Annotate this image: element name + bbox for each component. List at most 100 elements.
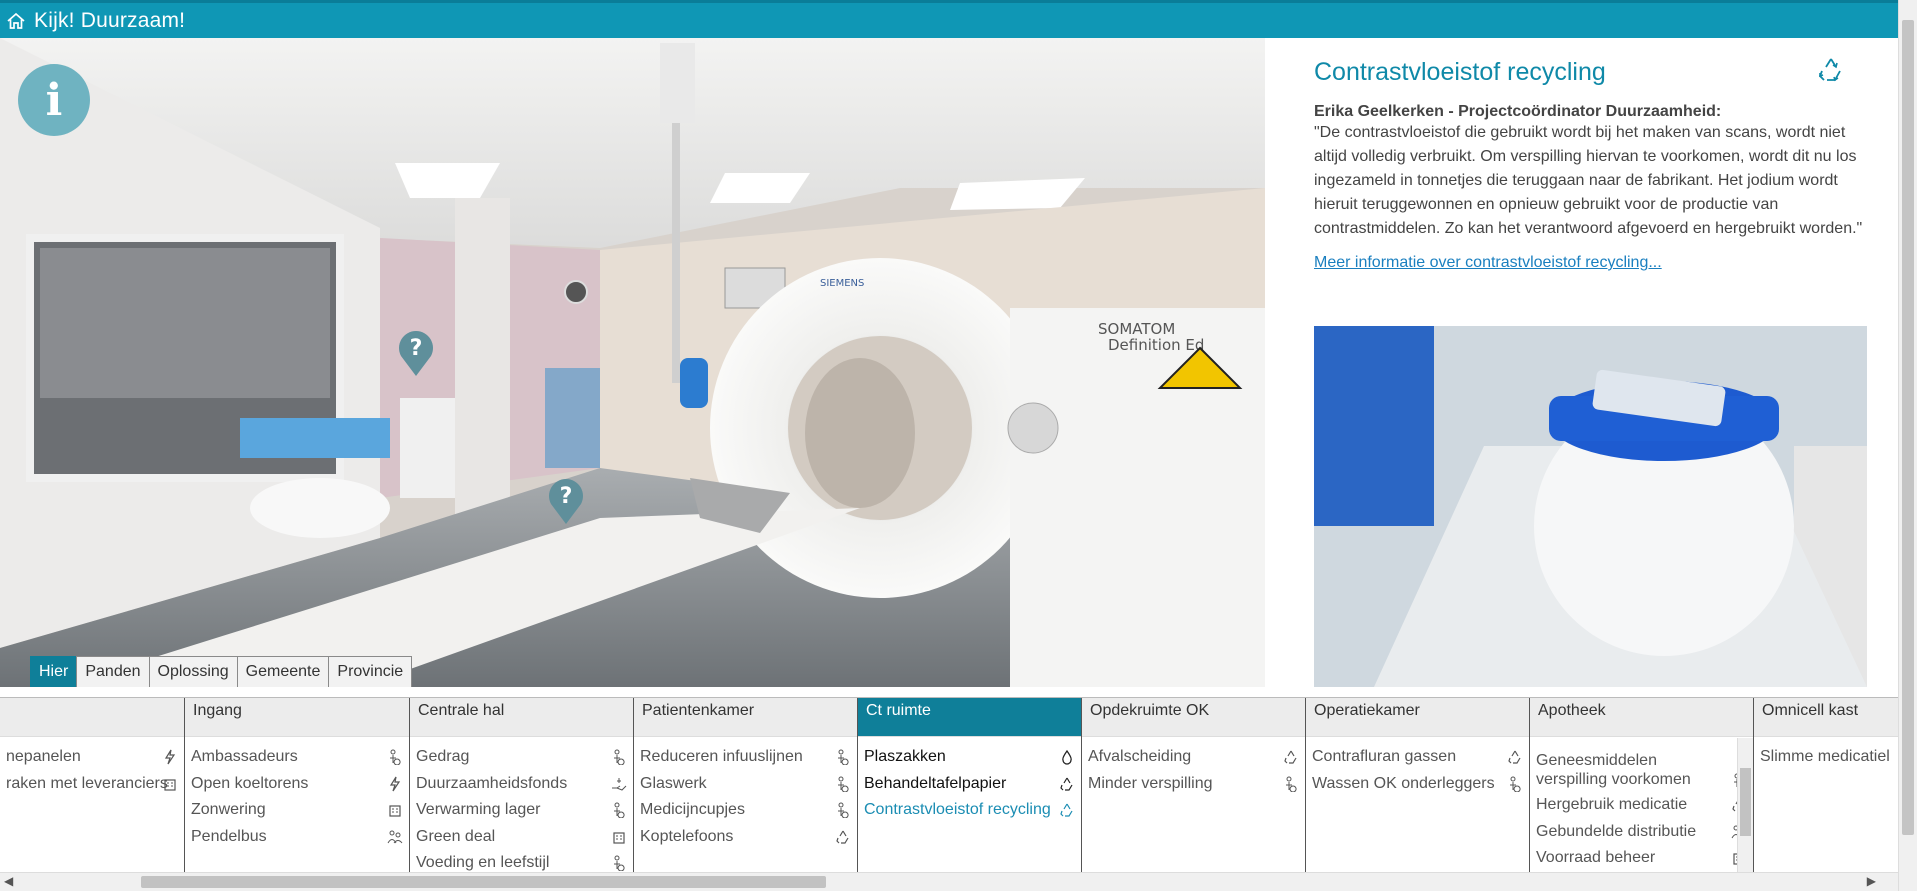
list-item[interactable]: Glaswerk — [634, 772, 857, 799]
detail-panel: Contrastvloeistof recycling Erika Geelke… — [1265, 38, 1898, 687]
recycle-icon — [1818, 58, 1841, 82]
panorama-view[interactable]: SOMATOM Definition Ed SIEMENS i ? ? Hier… — [0, 38, 1265, 687]
scanner-brand: SIEMENS — [820, 278, 864, 289]
list-item[interactable]: Pendelbus — [185, 825, 409, 852]
item-label: Voorraad beheer — [1536, 849, 1656, 866]
item-label: Contrafluran gassen — [1312, 748, 1457, 765]
list-item[interactable]: Behandeltafelpapier — [858, 772, 1081, 799]
item-label: Duurzaamheidsfonds — [416, 774, 568, 792]
item-label: nepanelen — [6, 748, 81, 765]
item-label: Afvalscheiding — [1088, 748, 1192, 765]
list-item[interactable]: Medicijncupjes — [634, 798, 857, 825]
tab-oplossing[interactable]: Oplossing — [148, 656, 238, 687]
person-icon — [1510, 776, 1521, 792]
list-item[interactable]: Verwarming lager — [410, 798, 633, 825]
item-label: Hergebruik medicatie — [1536, 796, 1688, 813]
list-item[interactable]: nepanelen — [0, 745, 184, 772]
item-label: Ambassadeurs — [191, 748, 298, 765]
column-patientenkamer: Patientenkamer Reduceren infuuslijnen Gl… — [634, 698, 858, 872]
column-head: Ingang — [185, 698, 409, 737]
column-head — [0, 698, 184, 737]
item-label: Minder verspilling — [1088, 774, 1213, 792]
item-label: Contrastvloeistof recycling — [864, 801, 1051, 818]
person-icon — [614, 802, 625, 818]
building-icon — [164, 778, 176, 791]
list-item[interactable]: Minder verspilling — [1082, 772, 1305, 799]
people-icon — [387, 830, 403, 843]
list-item[interactable]: Green deal — [410, 825, 633, 852]
info-icon: i — [45, 74, 63, 126]
list-item[interactable]: Hergebruik medicatie — [1530, 793, 1753, 820]
list-item[interactable]: Slimme medicatiel — [1754, 745, 1898, 772]
item-label: Gedrag — [416, 748, 470, 765]
list-item[interactable]: Duurzaamheidsfonds — [410, 772, 633, 799]
person-icon — [614, 855, 625, 871]
more-info-link[interactable]: Meer informatie over contrastvloeistof r… — [1314, 254, 1898, 272]
list-item[interactable]: Contrafluran gassen — [1306, 745, 1529, 772]
vertical-scrollbar[interactable] — [1898, 0, 1917, 891]
list-item[interactable]: Ambassadeurs — [185, 745, 409, 772]
tab-panden[interactable]: Panden — [76, 656, 150, 687]
detail-author: Erika Geelkerken - Projectcoördinator Du… — [1314, 103, 1722, 120]
list-item[interactable]: Koptelefoons — [634, 825, 857, 852]
container-photo — [1314, 326, 1867, 687]
column-head: Omnicell kast — [1754, 698, 1898, 737]
item-label: Voeding en leefstijl — [416, 854, 550, 871]
column-ct-ruimte: Ct ruimte Plaszakken Behandeltafelpapier… — [858, 698, 1082, 872]
recycle-icon — [1060, 803, 1073, 817]
list-item[interactable]: Voeding en leefstijl — [410, 851, 633, 872]
recycle-icon — [1508, 750, 1521, 764]
scroll-right-icon[interactable]: ▶ — [1867, 874, 1876, 888]
list-item[interactable]: Plaszakken — [858, 745, 1081, 772]
column-centrale-hal: Centrale hal Gedrag Duurzaamheidsfonds V… — [410, 698, 634, 872]
scroll-left-icon[interactable]: ◀ — [4, 874, 13, 888]
hotspot-question-2[interactable]: ? — [546, 476, 586, 526]
home-icon[interactable] — [6, 11, 26, 31]
person-icon — [838, 776, 849, 792]
detail-quote: "De contrastvloeistof die gebruikt wordt… — [1314, 124, 1863, 237]
column-head: Operatiekamer — [1306, 698, 1529, 737]
item-label: Reduceren infuuslijnen — [640, 748, 803, 765]
column-apotheek: Apotheek Geneesmiddelen verspilling voor… — [1530, 698, 1754, 872]
item-label: Gebundelde distributie — [1536, 822, 1697, 840]
column-scrollbar[interactable] — [1737, 738, 1753, 872]
app-title: Kijk! Duurzaam! — [34, 8, 186, 32]
info-button[interactable]: i — [18, 64, 90, 136]
list-item[interactable]: raken met leveranciers — [0, 772, 184, 799]
list-item[interactable]: Reduceren infuuslijnen — [634, 745, 857, 772]
hotspot-question-1[interactable]: ? — [396, 328, 436, 378]
person-icon — [614, 749, 625, 765]
topic-columns: nepanelen raken met leveranciers Ingang … — [0, 697, 1898, 872]
column-operatiekamer: Operatiekamer Contrafluran gassen Wassen… — [1306, 698, 1530, 872]
list-item[interactable]: Gedrag — [410, 745, 633, 772]
list-item[interactable]: Afvalscheiding — [1082, 745, 1305, 772]
horizontal-scroll-thumb[interactable] — [141, 876, 826, 888]
column-head: Centrale hal — [410, 698, 633, 737]
lightning-icon — [164, 749, 176, 765]
scope-tabs: Hier Panden Oplossing Gemeente Provincie — [30, 656, 413, 687]
horizontal-scrollbar[interactable]: ◀ ▶ — [0, 872, 1898, 891]
item-label: Wassen OK onderleggers — [1312, 774, 1495, 792]
list-item[interactable]: Gebundelde distributie — [1530, 820, 1753, 847]
person-icon — [390, 749, 401, 765]
list-item-current[interactable]: Contrastvloeistof recycling — [858, 798, 1081, 825]
list-item[interactable]: Open koeltorens — [185, 772, 409, 799]
item-label: Zonwering — [191, 801, 266, 818]
column-0: nepanelen raken met leveranciers — [0, 698, 185, 872]
tab-provincie[interactable]: Provincie — [328, 656, 413, 687]
list-item[interactable]: Wassen OK onderleggers — [1306, 772, 1529, 799]
item-label: Geneesmiddelen verspilling voorkomen — [1536, 752, 1691, 788]
column-scroll-thumb[interactable] — [1740, 768, 1751, 836]
detail-title: Contrastvloeistof recycling — [1314, 58, 1606, 86]
list-item[interactable]: Zonwering — [185, 798, 409, 825]
list-item[interactable]: Voorraad beheer — [1530, 846, 1753, 872]
vertical-scroll-thumb[interactable] — [1902, 20, 1914, 835]
lightning-icon — [389, 776, 401, 791]
item-label: Pendelbus — [191, 827, 267, 845]
column-head: Patientenkamer — [634, 698, 857, 737]
tab-hier[interactable]: Hier — [30, 656, 78, 687]
drop-icon — [1062, 749, 1072, 765]
tab-gemeente[interactable]: Gemeente — [236, 656, 330, 687]
person-icon — [838, 802, 849, 818]
list-item[interactable]: Geneesmiddelen verspilling voorkomen — [1530, 751, 1753, 793]
